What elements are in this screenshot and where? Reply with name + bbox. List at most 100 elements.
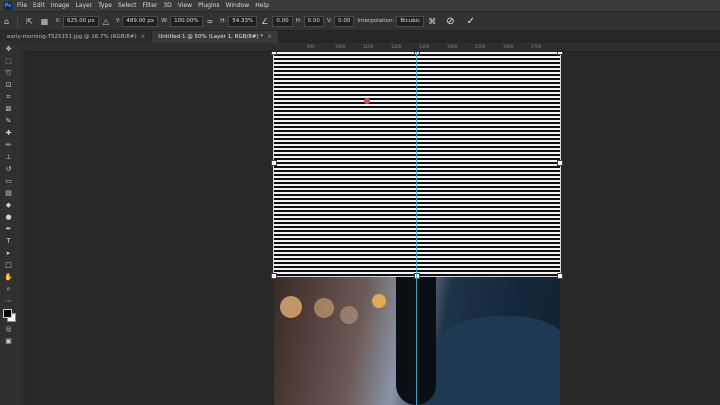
transform-handle-top[interactable]: [414, 52, 420, 55]
tab-label: early-morning-7525151.jpg @ 16.7% (RGB/8…: [7, 34, 137, 40]
transform-handle-bottom[interactable]: [414, 273, 420, 279]
home-icon[interactable]: ⌂: [4, 17, 9, 26]
spot-heal-tool-icon[interactable]: ✚: [0, 127, 17, 139]
interpolation-select[interactable]: Bicubic: [396, 15, 425, 27]
cursor-indicator: [364, 98, 370, 104]
screen-mode-icon[interactable]: ▣: [0, 335, 17, 347]
frame-tool-icon[interactable]: ⊠: [0, 103, 17, 115]
angle-field[interactable]: 0.00: [272, 15, 293, 27]
menu-layer[interactable]: Layer: [75, 2, 92, 9]
bokeh-light: [340, 306, 358, 324]
ruler-tick: 1200: [391, 44, 402, 49]
object-select-tool-icon[interactable]: ⊡: [0, 79, 17, 91]
path-select-tool-icon[interactable]: ▸: [0, 247, 17, 259]
cancel-transform-icon[interactable]: ⊘: [446, 16, 454, 27]
vertical-ruler[interactable]: [17, 51, 26, 405]
ruler-tick: 1000: [335, 44, 346, 49]
canvas-area[interactable]: [26, 52, 720, 405]
tab-untitled-1[interactable]: Untitled-1 @ 50% (Layer 1, RGB/8#) * ×: [152, 31, 278, 43]
menu-view[interactable]: View: [178, 2, 192, 9]
delta-icon: △: [102, 16, 109, 26]
shoulder-shape: [424, 316, 560, 405]
link-icon[interactable]: ∞: [207, 17, 214, 26]
reference-point-icon[interactable]: ▦: [41, 17, 49, 26]
clone-tool-icon[interactable]: ⊥: [0, 151, 17, 163]
bokeh-light: [372, 294, 386, 308]
warp-icon[interactable]: ⌘: [428, 17, 436, 26]
width-field[interactable]: 100.00%: [170, 15, 203, 27]
ruler-tick: 900: [307, 44, 315, 49]
crop-tool-icon[interactable]: ⌗: [0, 91, 17, 103]
rectangle-tool-icon[interactable]: □: [0, 259, 17, 271]
close-icon[interactable]: ×: [141, 34, 146, 40]
hskew-field[interactable]: 0.00: [303, 15, 324, 27]
vertical-guide[interactable]: [416, 52, 417, 405]
transform-handle-bottom-right[interactable]: [557, 273, 563, 279]
tab-early-morning[interactable]: early-morning-7525151.jpg @ 16.7% (RGB/8…: [1, 31, 152, 43]
ruler-tick: 1300: [419, 44, 430, 49]
type-tool-icon[interactable]: T: [0, 235, 17, 247]
ruler-tick: 1600: [503, 44, 514, 49]
ruler-tick: 1400: [447, 44, 458, 49]
vskew-field[interactable]: 0.00: [334, 15, 355, 27]
menu-type[interactable]: Type: [98, 2, 112, 9]
move-tool-icon[interactable]: ✥: [0, 43, 17, 55]
color-swatches[interactable]: [0, 307, 17, 323]
menu-help[interactable]: Help: [255, 2, 269, 9]
vskew-label: V:: [326, 18, 333, 24]
options-bar: ⌂ ⇱ ▦ X: 625.00 px △ Y: 489.00 px W: 100…: [0, 11, 720, 31]
menu-bar: Ps File Edit Image Layer Type Select Fil…: [0, 0, 720, 11]
transform-handle-top-right[interactable]: [557, 52, 563, 55]
transform-tool-icon[interactable]: ⇱: [26, 17, 33, 26]
pen-tool-icon[interactable]: ✒: [0, 223, 17, 235]
menu-file[interactable]: File: [17, 2, 27, 9]
quick-mask-icon[interactable]: ◎: [0, 323, 17, 335]
divider: [17, 15, 19, 27]
menu-select[interactable]: Select: [118, 2, 137, 9]
interpolation-label: Interpolation:: [357, 18, 395, 24]
foreground-color-swatch[interactable]: [3, 309, 12, 318]
bokeh-light: [314, 298, 334, 318]
h-label: H:: [220, 18, 227, 24]
gradient-tool-icon[interactable]: ▤: [0, 187, 17, 199]
photoshop-logo-icon: Ps: [4, 1, 12, 10]
horizontal-ruler[interactable]: 900 1000 1100 1200 1300 1400 1500 1600 1…: [17, 43, 720, 52]
document-tabs: early-morning-7525151.jpg @ 16.7% (RGB/8…: [0, 30, 720, 43]
blur-tool-icon[interactable]: ◆: [0, 199, 17, 211]
lasso-tool-icon[interactable]: ➰: [0, 67, 17, 79]
hskew-label: H:: [295, 18, 302, 24]
tools-panel: ✥ ⬚ ➰ ⊡ ⌗ ⊠ ✎ ✚ ✏ ⊥ ↺ ▭ ▤ ◆ ● ✒ T ▸ □ ✋ …: [0, 43, 18, 405]
menu-image[interactable]: Image: [51, 2, 70, 9]
history-brush-tool-icon[interactable]: ↺: [0, 163, 17, 175]
transform-handle-bottom-left[interactable]: [271, 273, 277, 279]
menu-window[interactable]: Window: [226, 2, 250, 9]
menu-filter[interactable]: Filter: [143, 2, 158, 9]
eyedropper-tool-icon[interactable]: ✎: [0, 115, 17, 127]
transform-handle-top-left[interactable]: [271, 52, 277, 55]
dodge-tool-icon[interactable]: ●: [0, 211, 17, 223]
menu-3d[interactable]: 3D: [163, 2, 171, 9]
w-label: W:: [161, 18, 169, 24]
transform-bounding-box[interactable]: [271, 52, 563, 279]
more-tools-icon[interactable]: ⋯: [0, 295, 17, 307]
eraser-tool-icon[interactable]: ▭: [0, 175, 17, 187]
close-icon[interactable]: ×: [267, 34, 272, 40]
ruler-tick: 1100: [363, 44, 374, 49]
photo-layer: [274, 276, 560, 405]
y-position-field[interactable]: 489.00 px: [122, 15, 159, 27]
brush-tool-icon[interactable]: ✏: [0, 139, 17, 151]
transform-handle-left[interactable]: [271, 160, 277, 166]
marquee-tool-icon[interactable]: ⬚: [0, 55, 17, 67]
ruler-tick: 1700: [531, 44, 542, 49]
commit-transform-icon[interactable]: ✓: [467, 16, 475, 27]
menu-edit[interactable]: Edit: [33, 2, 45, 9]
height-field[interactable]: 54.33%: [228, 15, 258, 27]
ruler-tick: 1500: [475, 44, 486, 49]
x-label: X:: [55, 18, 61, 24]
menu-plugins[interactable]: Plugins: [198, 2, 220, 9]
transform-handle-right[interactable]: [557, 160, 563, 166]
hand-tool-icon[interactable]: ✋: [0, 271, 17, 283]
y-label: Y:: [115, 18, 121, 24]
x-position-field[interactable]: 625.00 px: [62, 15, 99, 27]
zoom-tool-icon[interactable]: ⌕: [0, 283, 17, 295]
